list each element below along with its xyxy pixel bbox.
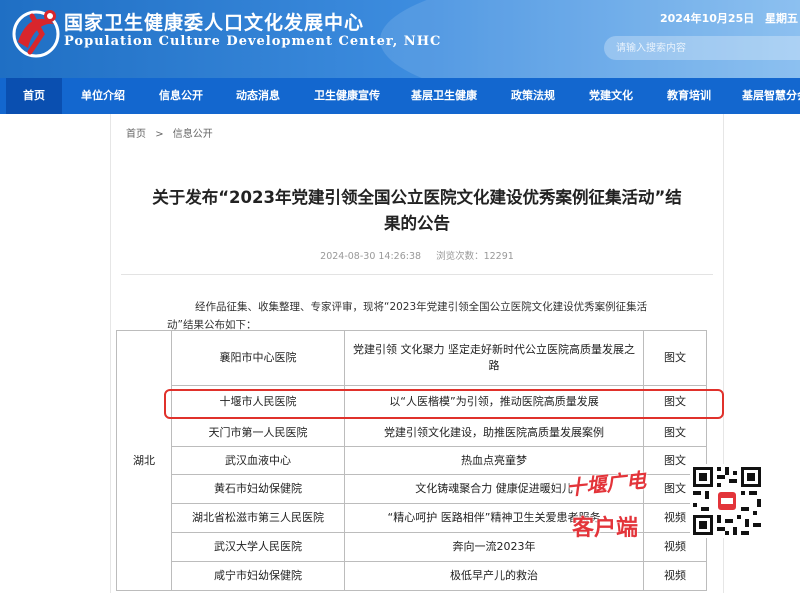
hospital-cell: 咸宁市妇幼保健院 [171, 561, 345, 591]
type-cell: 图文 [643, 330, 707, 386]
breadcrumb-current[interactable]: 信息公开 [173, 129, 213, 140]
highlight-box [164, 389, 724, 419]
nav-item-policy[interactable]: 政策法规 [504, 78, 562, 114]
case-title-cell: 党建引领 文化聚力 坚定走好新时代公立医院高质量发展之路 [344, 330, 644, 386]
watermark: 十堰广电 客户端 [565, 468, 666, 560]
nav-item-info-disclosure[interactable]: 信息公开 [152, 78, 210, 114]
table-row: 咸宁市妇幼保健院 极低早产儿的救治 视频 [117, 561, 707, 591]
nav-item-about[interactable]: 单位介绍 [74, 78, 132, 114]
site-name-cn: 国家卫生健康委人口文化发展中心 [64, 12, 365, 34]
nav-item-primary-health[interactable]: 基层卫生健康 [408, 78, 480, 114]
table-row: 天门市第一人民医院 党建引领文化建设，助推医院高质量发展案例 图文 [117, 418, 707, 447]
watermark-line1: 十堰广电 [565, 467, 648, 501]
case-title-cell: 党建引领文化建设，助推医院高质量发展案例 [344, 418, 644, 447]
article-meta: 2024-08-30 14:26:38 浏览次数：12291 [111, 248, 723, 262]
hospital-cell: 武汉血液中心 [171, 446, 345, 475]
site-header: 国家卫生健康委人口文化发展中心 Population Culture Devel… [0, 0, 800, 78]
province-cell: 湖北 [116, 330, 172, 591]
nav-item-news[interactable]: 动态消息 [229, 78, 287, 114]
nav-item-training[interactable]: 教育培训 [660, 78, 718, 114]
divider [121, 274, 713, 275]
publish-date: 2024-08-30 14:26:38 [320, 251, 422, 262]
hospital-cell: 天门市第一人民医院 [171, 418, 345, 447]
article-title-line2: 果的公告 [384, 214, 450, 233]
table-row: 湖北 襄阳市中心医院 党建引领 文化聚力 坚定走好新时代公立医院高质量发展之路 … [116, 330, 707, 591]
search-box [604, 36, 800, 61]
type-cell: 视频 [643, 561, 707, 591]
breadcrumb-separator: > [155, 129, 164, 140]
hospital-cell: 黄石市妇幼保健院 [171, 474, 345, 504]
article-title-line1: 关于发布“2023年党建引领全国公立医院文化建设优秀案例征集活动”结 [152, 188, 682, 207]
hospital-cell: 湖北省松滋市第三人民医院 [171, 503, 345, 533]
hospital-cell: 武汉大学人民医院 [171, 532, 345, 562]
breadcrumb: 首页 > 信息公开 [126, 125, 219, 140]
hospital-cell: 襄阳市中心医院 [171, 330, 345, 386]
current-weekday: 星期五 [765, 12, 798, 25]
nav-item-health-promotion[interactable]: 卫生健康宣传 [311, 78, 383, 114]
watermark-line2: 客户端 [572, 516, 639, 541]
nav-item-home[interactable]: 首页 [6, 78, 62, 114]
nav-item-smart-branch[interactable]: 基层智慧分会 [742, 78, 800, 114]
current-date: 2024年10月25日 [660, 12, 755, 25]
site-name-en: Population Culture Development Center, N… [64, 34, 442, 49]
article-title: 关于发布“2023年党建引领全国公立医院文化建设优秀案例征集活动”结 果的公告 [111, 185, 723, 237]
article-intro: 经作品征集、收集整理、专家评审，现将“2023年党建引领全国公立医院文化建设优秀… [167, 301, 648, 331]
breadcrumb-home[interactable]: 首页 [126, 129, 146, 140]
type-cell: 图文 [643, 418, 707, 447]
site-logo-icon[interactable] [8, 4, 64, 60]
view-count: 浏览次数：12291 [436, 251, 514, 262]
qr-code-icon [690, 464, 764, 538]
nav-item-party-culture[interactable]: 党建文化 [582, 78, 640, 114]
main-nav: 首页 单位介绍 信息公开 动态消息 卫生健康宣传 基层卫生健康 政策法规 党建文… [0, 78, 800, 114]
search-input[interactable] [604, 36, 786, 61]
case-title-cell: 极低早产儿的救治 [344, 561, 644, 591]
